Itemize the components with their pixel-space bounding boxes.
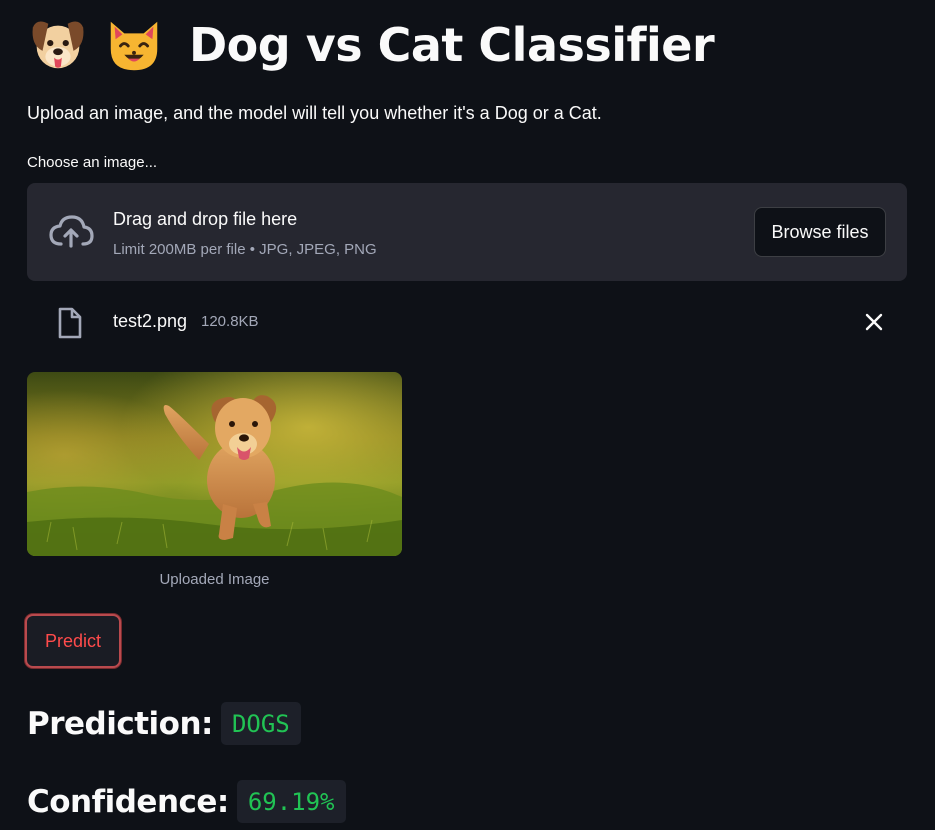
app-title: Dog vs Cat Classifier (189, 18, 715, 72)
file-icon (58, 307, 82, 339)
app-description: Upload an image, and the model will tell… (27, 103, 602, 123)
dropzone-instructions: Drag and drop file here (113, 209, 298, 229)
uploaded-image (27, 372, 402, 556)
dropzone-limits: Limit 200MB per file • JPG, JPEG, PNG (113, 241, 377, 258)
prediction-value: DOGS (220, 702, 301, 745)
dog-face-icon (32, 21, 84, 69)
uploaded-file-size: 120.8KB (201, 313, 259, 330)
predict-button[interactable]: Predict (25, 614, 121, 668)
uploaded-file-item: test2.png 120.8KB (27, 299, 907, 345)
close-icon (865, 313, 883, 331)
cloud-upload-icon (49, 215, 94, 248)
prediction-label: Prediction: (27, 705, 213, 742)
file-dropzone[interactable]: Drag and drop file here Limit 200MB per … (27, 183, 907, 281)
uploader-label: Choose an image... (27, 154, 158, 171)
confidence-value: 69.19% (236, 780, 346, 823)
app-page: Dog vs Cat Classifier Upload an image, a… (0, 0, 935, 830)
page-title: Dog vs Cat Classifier (27, 10, 715, 80)
image-caption: Uploaded Image (159, 571, 270, 588)
cat-face-icon (110, 21, 158, 71)
confidence-result: Confidence: 69.19% (27, 780, 346, 823)
dog-photo (27, 372, 402, 556)
browse-files-button[interactable]: Browse files (754, 207, 886, 257)
prediction-result: Prediction: DOGS (27, 702, 301, 745)
uploaded-file-name: test2.png (113, 311, 188, 331)
remove-file-button[interactable] (859, 308, 889, 336)
confidence-label: Confidence: (27, 783, 229, 820)
